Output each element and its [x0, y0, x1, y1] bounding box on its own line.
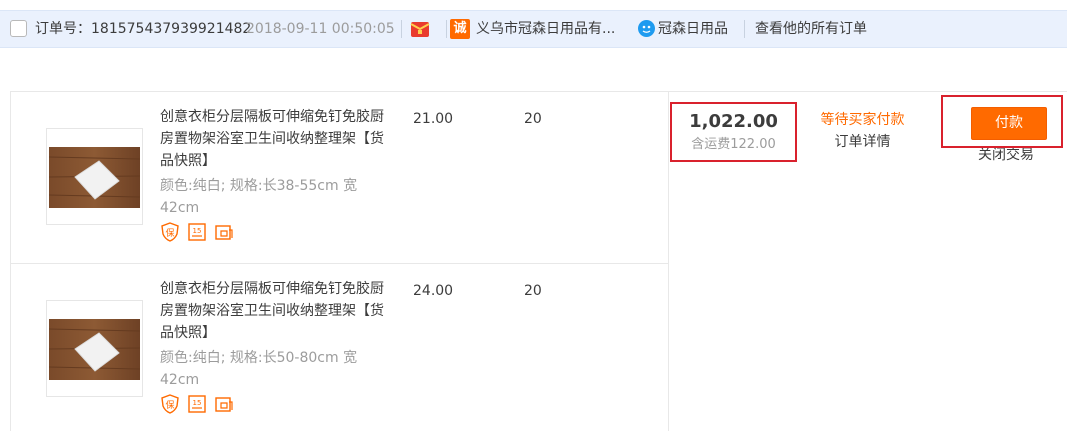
shop-name-link[interactable]: 义乌市冠森日用品有... [476, 11, 615, 47]
svg-text:15: 15 [193, 399, 202, 407]
quantity: 20 [524, 283, 542, 299]
order-number: 订单号：181575437939921482 [35, 21, 252, 37]
product-title-text[interactable]: 创意衣柜分层隔板可伸缩免钉免胶厨房置物架浴室卫生间收纳整理架 [160, 281, 384, 319]
unit-price: 21.00 [413, 111, 454, 127]
order-header: 订单号：181575437939921482 2018-09-11 00:50:… [0, 10, 1067, 48]
pay-highlight: 付款 [941, 95, 1063, 148]
shipping-fee: 含运费122.00 [691, 137, 776, 152]
product-image [49, 147, 140, 208]
refund-icon[interactable] [214, 394, 234, 414]
guarantee-icon[interactable]: 保 [160, 222, 180, 242]
svg-text:保: 保 [165, 227, 174, 239]
product-image [49, 319, 140, 380]
fifteen-day-icon[interactable]: 15 [187, 222, 207, 242]
guarantee-icon[interactable]: 保 [160, 394, 180, 414]
order-total: 1,022.00 含运费122.00 [670, 102, 797, 162]
close-trade-link[interactable]: 关闭交易 [978, 146, 1034, 164]
product-title-text[interactable]: 创意衣柜分层隔板可伸缩免钉免胶厨房置物架浴室卫生间收纳整理架 [160, 109, 384, 147]
fifteen-day-icon[interactable]: 15 [187, 394, 207, 414]
refund-icon[interactable] [214, 222, 234, 242]
pay-button[interactable]: 付款 [971, 107, 1047, 140]
order-item-row: 创意衣柜分层隔板可伸缩免钉免胶厨房置物架浴室卫生间收纳整理架【货品快照】 颜色:… [10, 92, 668, 264]
order-detail-link[interactable]: 订单详情 [790, 132, 935, 152]
product-title[interactable]: 创意衣柜分层隔板可伸缩免钉免胶厨房置物架浴室卫生间收纳整理架【货品快照】 [160, 278, 385, 344]
shop-cheng-icon: 诚 [450, 19, 470, 39]
service-badges: 保 15 [160, 394, 236, 416]
order-time: 2018-09-11 00:50:05 [246, 21, 395, 37]
order-status: 等待买家付款 [820, 112, 905, 128]
seller-name-link[interactable]: 冠森日用品 [658, 11, 728, 47]
red-envelope-icon[interactable] [409, 19, 431, 39]
service-badges: 保 15 [160, 222, 236, 244]
view-all-orders-link[interactable]: 查看他的所有订单 [755, 11, 867, 47]
header-divider [744, 20, 745, 38]
svg-text:15: 15 [193, 227, 202, 235]
product-thumbnail[interactable] [46, 128, 143, 225]
header-divider [446, 20, 447, 38]
product-attributes: 颜色:纯白; 规格:长50-80cm 宽42cm [160, 350, 358, 388]
header-divider [401, 20, 402, 38]
unit-price: 24.00 [413, 283, 454, 299]
table-column-divider [668, 91, 669, 431]
product-thumbnail[interactable] [46, 300, 143, 397]
quantity: 20 [524, 111, 542, 127]
order-checkbox[interactable] [10, 20, 27, 37]
product-title[interactable]: 创意衣柜分层隔板可伸缩免钉免胶厨房置物架浴室卫生间收纳整理架【货品快照】 [160, 106, 385, 172]
product-attributes: 颜色:纯白; 规格:长38-55cm 宽42cm [160, 178, 358, 216]
order-item-row: 创意衣柜分层隔板可伸缩免钉免胶厨房置物架浴室卫生间收纳整理架【货品快照】 颜色:… [10, 264, 668, 436]
wangwang-chat-icon[interactable] [637, 19, 656, 38]
total-amount: 1,022.00 [689, 111, 778, 132]
svg-text:保: 保 [165, 399, 174, 411]
